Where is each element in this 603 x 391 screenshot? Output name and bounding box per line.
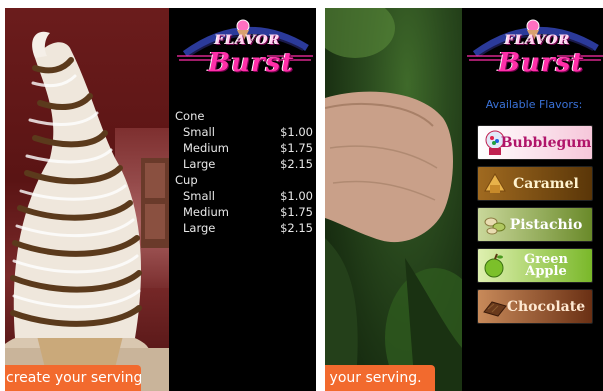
flavor-burst-logo: FLAVOR Burst	[175, 16, 315, 78]
flavor-button-chocolate[interactable]: Chocolate	[477, 289, 593, 324]
menu-row: Medium $1.75	[175, 204, 313, 220]
flavor-burst-logo: FLAVOR Burst	[465, 16, 603, 78]
flavor-button-pistachio[interactable]: Pistachio	[477, 207, 593, 242]
menu-row: Small $1.00	[175, 124, 313, 140]
menu-price: $1.00	[280, 125, 313, 139]
menu-price: $1.75	[280, 141, 313, 155]
flavor-label: Chocolate	[506, 298, 586, 315]
menu-size: Large	[183, 221, 216, 235]
logo-flavor-text: FLAVOR	[505, 33, 571, 48]
menu-size: Small	[183, 189, 215, 203]
menu-category-cup: Cup	[175, 173, 198, 187]
price-menu: Cone Small $1.00 Medium $1.75 Large $2.1…	[175, 108, 313, 236]
flavor-label: Pistachio	[509, 216, 583, 233]
logo-flavor-text: FLAVOR	[215, 33, 281, 48]
logo-burst-text: Burst	[498, 48, 585, 78]
menu-category-cone: Cone	[175, 109, 205, 123]
menu-size: Large	[183, 157, 216, 171]
available-flavors-heading: Available Flavors:	[485, 98, 583, 111]
menu-row: Large $2.15	[175, 220, 313, 236]
flavor-button-green-apple[interactable]: Green Apple	[477, 248, 593, 283]
menu-row: Small $1.00	[175, 188, 313, 204]
ice-cream-photo	[5, 8, 169, 391]
menu-size: Medium	[183, 205, 229, 219]
instruction-toast[interactable]: create your serving.	[5, 365, 141, 391]
menu-screen: FLAVOR Burst Cone Small $1.00 Medium $1.…	[5, 8, 316, 391]
hand-photo	[325, 8, 462, 391]
toast-text: create your serving.	[6, 370, 141, 386]
toast-text: te your serving.	[325, 370, 422, 386]
flavor-button-caramel[interactable]: Caramel	[477, 166, 593, 201]
menu-price: $2.15	[280, 157, 313, 171]
flavor-label: Green Apple	[524, 251, 568, 279]
menu-price: $1.75	[280, 205, 313, 219]
menu-row: Large $2.15	[175, 156, 313, 172]
menu-row: Medium $1.75	[175, 140, 313, 156]
menu-size: Medium	[183, 141, 229, 155]
menu-price: $2.15	[280, 221, 313, 235]
flavor-button-bubblegum[interactable]: Bubblegum	[477, 125, 593, 160]
flavor-label: Caramel	[513, 175, 579, 192]
menu-price: $1.00	[280, 189, 313, 203]
logo-burst-text: Burst	[208, 48, 295, 78]
instruction-toast[interactable]: te your serving.	[325, 365, 435, 391]
menu-size: Small	[183, 125, 215, 139]
flavor-label: Bubblegum	[500, 134, 592, 151]
flavor-select-screen: FLAVOR Burst Available Flavors: Bubblegu…	[325, 8, 603, 391]
